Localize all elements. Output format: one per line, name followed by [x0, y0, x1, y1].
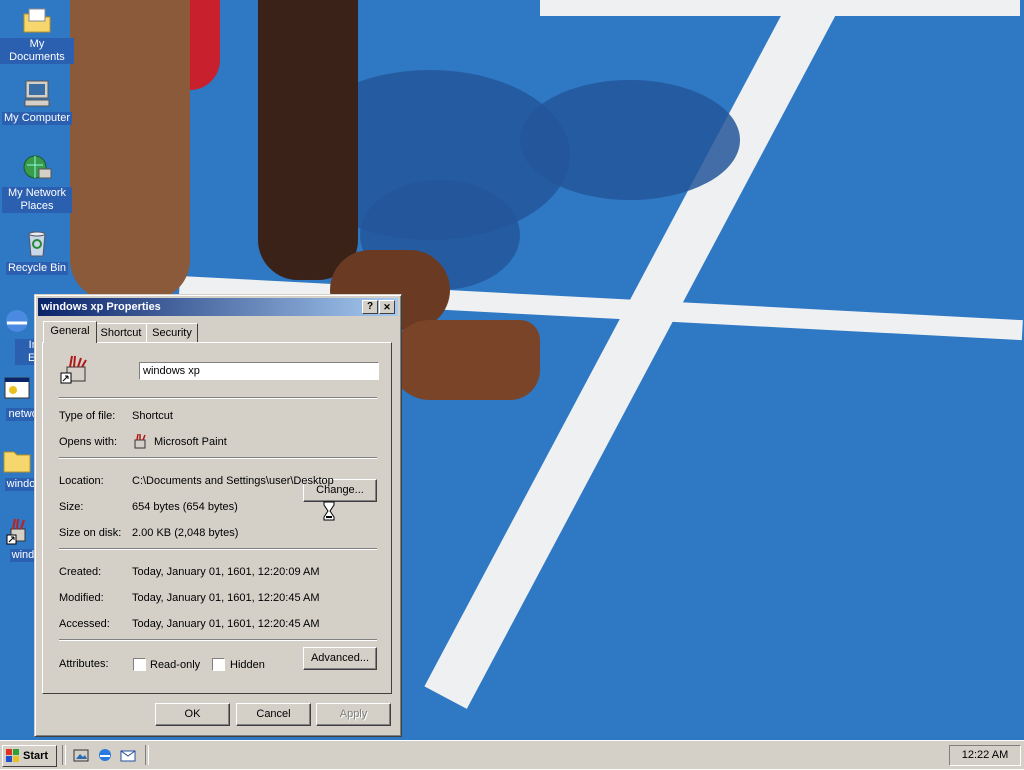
tab-security[interactable]: Security — [146, 323, 198, 342]
outlook-express-icon[interactable] — [120, 747, 136, 763]
separator — [59, 639, 377, 641]
size-value: 654 bytes (654 bytes) — [132, 501, 238, 513]
advanced-button[interactable]: Advanced... — [303, 647, 377, 670]
opens-with-value: Microsoft Paint — [154, 436, 227, 448]
internet-explorer-icon — [1, 305, 33, 337]
folder-icon — [1, 444, 33, 476]
modified-label: Modified: — [59, 592, 104, 604]
hidden-checkbox[interactable] — [212, 658, 225, 671]
runner-shadow — [520, 80, 740, 200]
paint-app-icon — [132, 433, 148, 449]
taskbar: Start 12:22 AM — [0, 740, 1024, 769]
cancel-button[interactable]: Cancel — [236, 703, 311, 726]
recycle-bin-icon — [21, 228, 53, 260]
runner-leg — [70, 0, 190, 300]
modified-value: Today, January 01, 1601, 12:20:45 AM — [132, 592, 320, 604]
type-of-file-label: Type of file: — [59, 410, 116, 422]
apply-button[interactable]: Apply — [316, 703, 391, 726]
paint-shortcut-icon — [1, 515, 33, 547]
desktop-icon-recycle-bin[interactable]: Recycle Bin — [0, 228, 74, 275]
size-label: Size: — [59, 501, 84, 513]
separator — [59, 397, 377, 399]
start-button[interactable]: Start — [2, 745, 57, 767]
internet-explorer-icon[interactable] — [97, 747, 113, 763]
close-button[interactable]: ✕ — [379, 300, 395, 314]
runner-arm — [258, 0, 358, 280]
tab-shortcut[interactable]: Shortcut — [95, 323, 147, 342]
taskbar-divider — [145, 745, 149, 765]
hidden-label[interactable]: Hidden — [230, 659, 265, 671]
desktop-icon-label: My Computer — [1, 112, 73, 125]
desktop-icon-my-documents[interactable]: My Documents — [0, 4, 74, 64]
shortcut-name-input[interactable] — [139, 362, 379, 380]
network-icon — [1, 374, 33, 406]
desktop-icon-label: My Documents — [0, 38, 74, 64]
paint-shortcut-icon — [59, 353, 91, 385]
runner-fingers — [390, 320, 540, 400]
separator — [59, 457, 377, 459]
desktop-icon-my-computer[interactable]: My Computer — [0, 78, 74, 125]
type-of-file-value: Shortcut — [132, 410, 173, 422]
hourglass-cursor-icon — [323, 501, 335, 521]
quick-launch-divider — [62, 745, 66, 765]
opens-with-label: Opens with: — [59, 436, 118, 448]
size-on-disk-value: 2.00 KB (2,048 bytes) — [132, 527, 239, 539]
desktop-icon-my-network-places[interactable]: My Network Places — [0, 153, 74, 213]
start-label: Start — [23, 750, 49, 762]
network-places-icon — [21, 153, 53, 185]
created-value: Today, January 01, 1601, 12:20:09 AM — [132, 566, 320, 578]
tab-general[interactable]: General — [43, 321, 97, 343]
desktop-icon-label: Recycle Bin — [5, 262, 69, 275]
location-label: Location: — [59, 475, 104, 487]
ok-button[interactable]: OK — [155, 703, 230, 726]
help-button[interactable]: ? — [362, 300, 378, 314]
separator — [59, 548, 377, 550]
dialog-titlebar[interactable]: windows xp Properties ? ✕ — [38, 298, 398, 316]
dialog-title: windows xp Properties — [41, 301, 161, 313]
read-only-label[interactable]: Read-only — [150, 659, 200, 671]
system-tray-clock[interactable]: 12:22 AM — [949, 745, 1021, 766]
accessed-label: Accessed: — [59, 618, 110, 630]
created-label: Created: — [59, 566, 102, 578]
general-tab-panel: Type of file: Shortcut Opens with: Micro… — [42, 342, 392, 694]
read-only-checkbox[interactable] — [133, 658, 146, 671]
properties-dialog: windows xp Properties ? ✕ General Shortc… — [34, 294, 402, 737]
track-line — [540, 0, 1020, 16]
computer-icon — [21, 78, 53, 110]
folder-documents-icon — [21, 4, 53, 36]
desktop-icon-label: My Network Places — [2, 187, 72, 213]
show-desktop-icon[interactable] — [73, 747, 89, 763]
size-on-disk-label: Size on disk: — [59, 527, 122, 539]
location-value: C:\Documents and Settings\user\Desktop — [132, 475, 334, 487]
attributes-label: Attributes: — [59, 658, 109, 670]
windows-logo-icon — [6, 749, 20, 763]
accessed-value: Today, January 01, 1601, 12:20:45 AM — [132, 618, 320, 630]
